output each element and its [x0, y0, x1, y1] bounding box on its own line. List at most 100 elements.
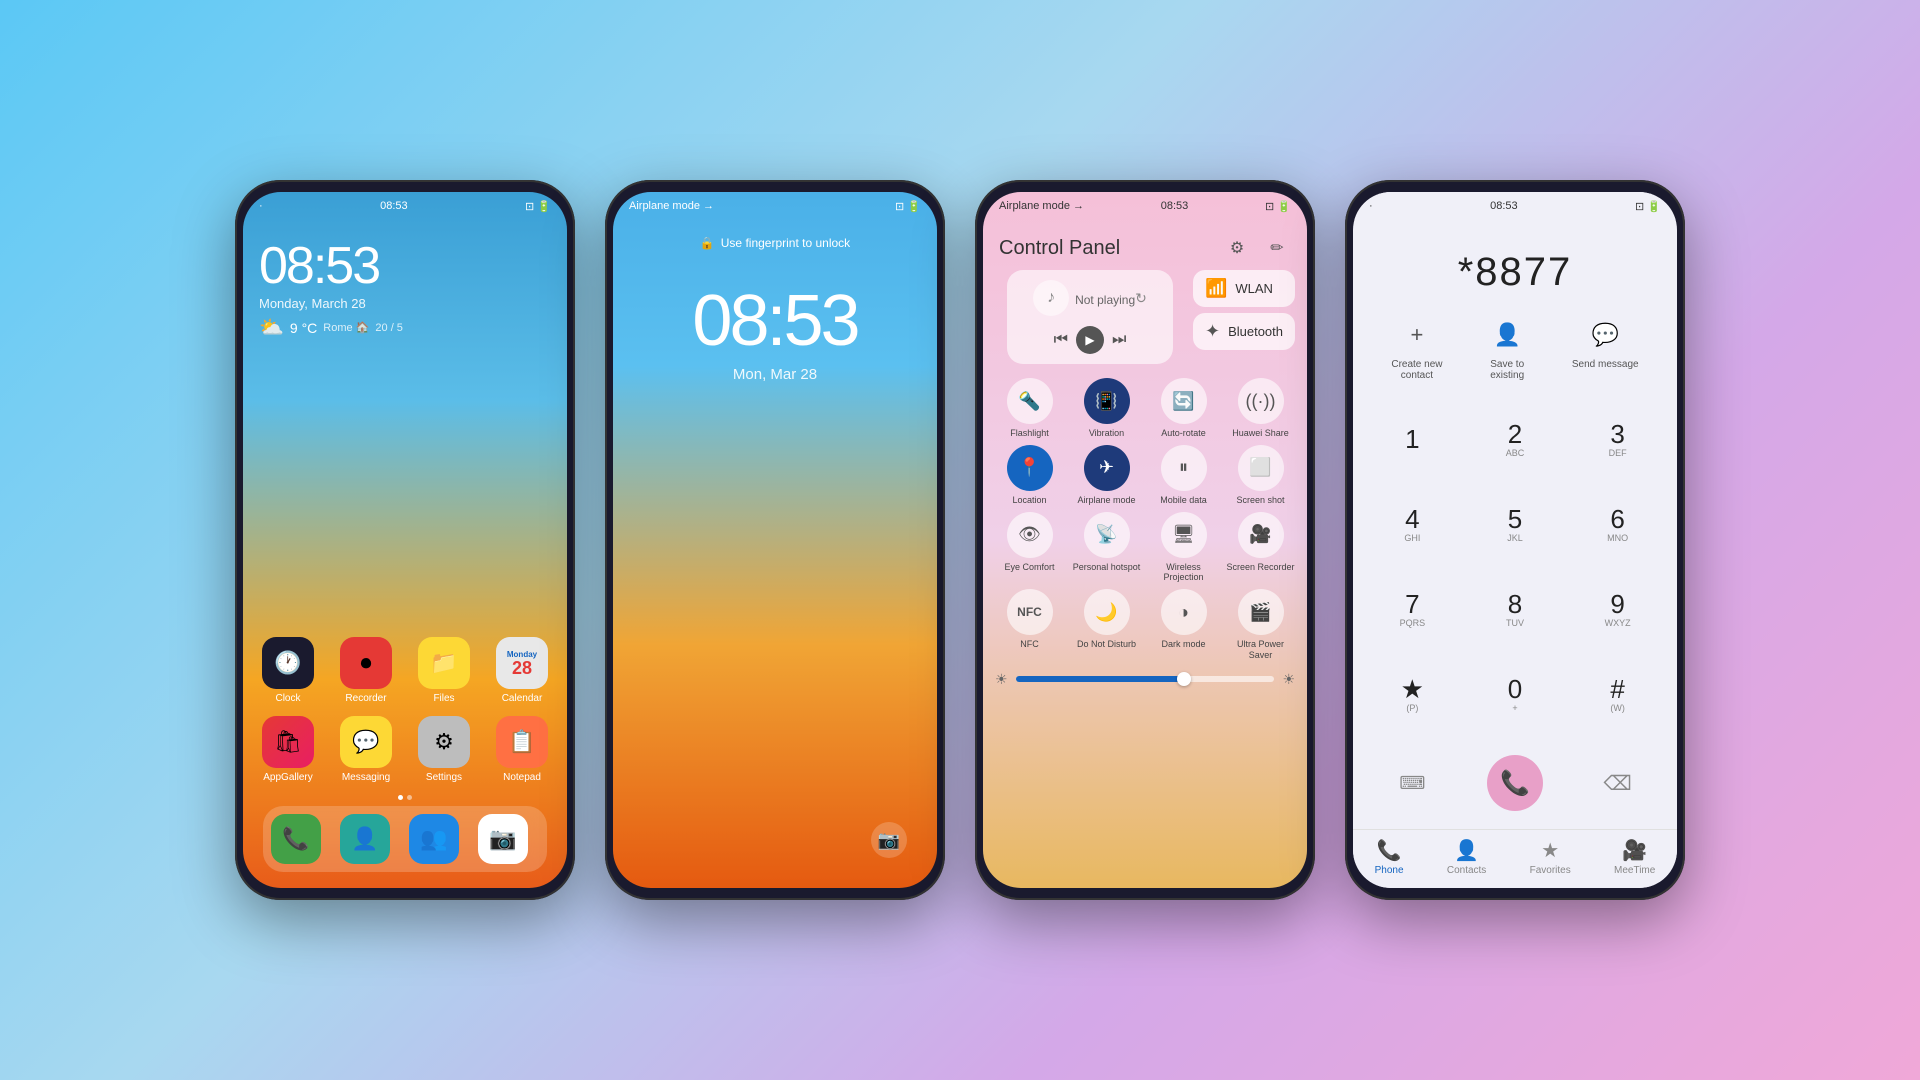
vibration-icon: 📳 [1084, 378, 1130, 424]
app-messaging[interactable]: 💬 Messaging [333, 716, 399, 783]
tile-hotspot[interactable]: 📡 Personal hotspot [1072, 512, 1141, 584]
hotspot-label: Personal hotspot [1073, 562, 1141, 573]
brightness-thumb [1177, 672, 1191, 686]
nav-favorites[interactable]: ★ Favorites [1530, 838, 1571, 876]
nav-meetime-label: MeeTime [1614, 865, 1655, 876]
home-widget: 08:53 Monday, March 28 ⛅ 9 °C Rome 🏠 20 … [243, 220, 567, 629]
dark-mode-icon: ◑ [1161, 589, 1207, 635]
key-2-letters: ABC [1506, 448, 1525, 458]
tile-mobile-data[interactable]: ⏸ Mobile data [1149, 445, 1218, 506]
nav-meetime[interactable]: 🎥 MeeTime [1614, 838, 1655, 876]
cp-media-card: ♪ Not playing ↻ ⏮ ▶ ⏭ [1007, 270, 1173, 364]
dock-camera[interactable]: 📷 [478, 814, 528, 864]
mobile-data-icon: ⏸ [1161, 445, 1207, 491]
app-calendar[interactable]: Monday 28 Calendar [489, 637, 555, 704]
key-2[interactable]: 2 ABC [1464, 397, 1567, 482]
lock-time-area: 08:53 Mon, Mar 28 [613, 280, 937, 383]
key-star[interactable]: ★ (P) [1361, 652, 1464, 737]
key-hash[interactable]: # (W) [1566, 652, 1669, 737]
delete-icon: ⌫ [1604, 771, 1632, 796]
bluetooth-toggle[interactable]: ✦ Bluetooth [1193, 313, 1295, 350]
tile-huawei-share[interactable]: ((·)) Huawei Share [1226, 378, 1295, 439]
key-0[interactable]: 0 + [1464, 652, 1567, 737]
cp-edit-icon[interactable]: ✏ [1263, 234, 1291, 262]
eye-comfort-label: Eye Comfort [1004, 562, 1054, 573]
dnd-label: Do Not Disturb [1077, 639, 1136, 650]
create-contact-icon: + [1397, 315, 1437, 355]
nav-phone[interactable]: 📞 Phone [1375, 838, 1404, 876]
huawei-share-label: Huawei Share [1232, 428, 1289, 439]
key-1[interactable]: 1 [1361, 397, 1464, 482]
key-9[interactable]: 9 WXYZ [1566, 567, 1669, 652]
brightness-track[interactable] [1016, 676, 1275, 682]
app-appgallery[interactable]: 🛍 AppGallery [255, 716, 321, 783]
dock-contacts[interactable]: 👤 [340, 814, 390, 864]
tile-dnd[interactable]: 🌙 Do Not Disturb [1072, 589, 1141, 661]
home-apps-area: 🕐 Clock ⏺ Recorder 📁 Files Monday [243, 629, 567, 888]
key-8[interactable]: 8 TUV [1464, 567, 1567, 652]
weather-icon: ⛅ [259, 315, 284, 340]
tile-wireless-proj[interactable]: 🖥 Wireless Projection [1149, 512, 1218, 584]
tile-screenshot[interactable]: ⬜ Screen shot [1226, 445, 1295, 506]
wlan-toggle[interactable]: 📶 WLAN [1193, 270, 1295, 307]
media-prev[interactable]: ⏮ [1054, 331, 1068, 349]
tile-dark-mode[interactable]: ◑ Dark mode [1149, 589, 1218, 661]
key-3[interactable]: 3 DEF [1566, 397, 1669, 482]
mobile-data-label: Mobile data [1160, 495, 1207, 506]
save-existing-label: Save toexisting [1490, 359, 1524, 381]
page-indicator [255, 795, 555, 800]
app-recorder[interactable]: ⏺ Recorder [333, 637, 399, 704]
app-settings[interactable]: ⚙ Settings [411, 716, 477, 783]
cp-mode: Airplane mode → [999, 200, 1084, 212]
tile-nfc[interactable]: NFC NFC [995, 589, 1064, 661]
phone-lock: Airplane mode → ⊡ 🔋 🔒 Use fingerprint to… [605, 180, 945, 900]
dock-people[interactable]: 👥 [409, 814, 459, 864]
nav-phone-icon: 📞 [1377, 838, 1402, 863]
tile-flashlight[interactable]: 🔦 Flashlight [995, 378, 1064, 439]
flashlight-icon: 🔦 [1007, 378, 1053, 424]
key-7[interactable]: 7 PQRS [1361, 567, 1464, 652]
dock: 📞 👤 👥 📷 [263, 806, 547, 872]
vibration-label: Vibration [1089, 428, 1124, 439]
app-settings-label: Settings [426, 772, 462, 783]
tile-airplane[interactable]: ✈ Airplane mode [1072, 445, 1141, 506]
bluetooth-icon: ✦ [1205, 321, 1220, 342]
location-label: Location [1012, 495, 1046, 506]
dialer-status-time: 08:53 [1490, 200, 1518, 212]
app-settings-icon: ⚙ [418, 716, 470, 768]
media-play-btn[interactable]: ▶ [1076, 326, 1104, 354]
app-notepad[interactable]: 📋 Notepad [489, 716, 555, 783]
home-date: Monday, March 28 [259, 296, 551, 311]
key-5[interactable]: 5 JKL [1464, 482, 1567, 567]
tile-autorotate[interactable]: 🔄 Auto-rotate [1149, 378, 1218, 439]
nav-contacts[interactable]: 👤 Contacts [1447, 838, 1486, 876]
airplane-icon: ✈ [1084, 445, 1130, 491]
tile-location[interactable]: 📍 Location [995, 445, 1064, 506]
tile-eye-comfort[interactable]: 👁 Eye Comfort [995, 512, 1064, 584]
media-next[interactable]: ⏭ [1112, 331, 1126, 349]
send-message-action[interactable]: 💬 Send message [1572, 315, 1639, 381]
tile-ultra-power[interactable]: 🎬 Ultra Power Saver [1226, 589, 1295, 661]
app-files[interactable]: 📁 Files [411, 637, 477, 704]
camera-shortcut[interactable]: 📷 [871, 822, 907, 858]
app-clock[interactable]: 🕐 Clock [255, 637, 321, 704]
delete-button[interactable]: ⌫ [1566, 745, 1669, 821]
app-files-label: Files [433, 693, 454, 704]
media-rotate-icon[interactable]: ↻ [1135, 290, 1147, 307]
create-contact-action[interactable]: + Create newcontact [1391, 315, 1442, 381]
lock-fingerprint: 🔒 Use fingerprint to unlock [613, 236, 937, 250]
app-recorder-icon: ⏺ [340, 637, 392, 689]
cp-settings-icon[interactable]: ⚙ [1223, 234, 1251, 262]
key-6[interactable]: 6 MNO [1566, 482, 1669, 567]
dock-phone[interactable]: 📞 [271, 814, 321, 864]
nav-contacts-icon: 👤 [1454, 838, 1479, 863]
tile-screen-recorder[interactable]: 🎥 Screen Recorder [1226, 512, 1295, 584]
save-existing-action[interactable]: 👤 Save toexisting [1487, 315, 1527, 381]
call-button[interactable]: 📞 [1464, 745, 1567, 821]
tile-vibration[interactable]: 📳 Vibration [1072, 378, 1141, 439]
key-1-num: 1 [1405, 426, 1419, 452]
cp-header-icons: ⚙ ✏ [1223, 234, 1291, 262]
key-4-letters: GHI [1404, 533, 1420, 543]
keypad-toggle[interactable]: ⌨ [1361, 745, 1464, 821]
key-4[interactable]: 4 GHI [1361, 482, 1464, 567]
